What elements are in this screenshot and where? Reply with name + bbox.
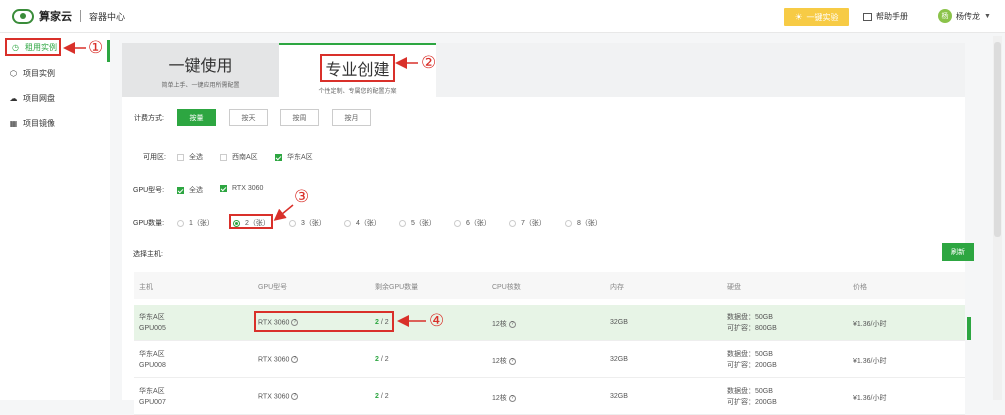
callout-3: ③ (294, 187, 310, 206)
callout-4: ④ (429, 311, 445, 330)
arrow-3 (273, 204, 294, 221)
callout-2: ② (421, 53, 437, 72)
callout-1: ① (88, 38, 104, 57)
annotation-arrows (63, 42, 426, 327)
